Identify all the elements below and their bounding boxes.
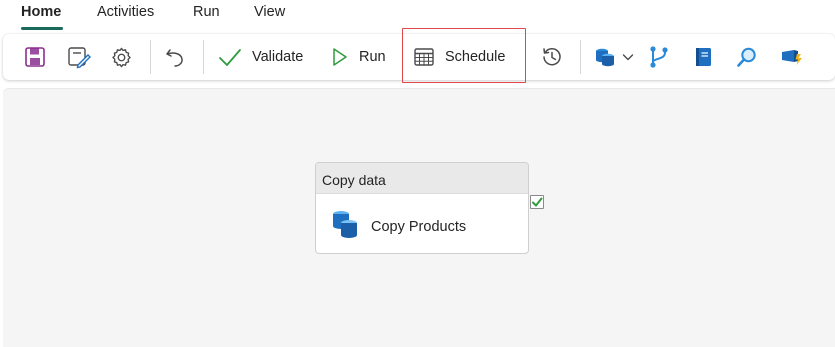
branch-button[interactable] — [648, 34, 670, 80]
validate-button[interactable]: Validate — [218, 34, 303, 80]
activity-type-header: Copy data — [316, 163, 528, 194]
play-icon — [331, 46, 349, 68]
chevron-down-icon — [622, 52, 634, 62]
schedule-button[interactable]: Schedule — [413, 34, 505, 80]
dataflow-icon — [780, 46, 804, 68]
history-button[interactable] — [541, 34, 563, 80]
dataflow-button[interactable] — [780, 34, 804, 80]
activity-name: Copy Products — [371, 218, 467, 235]
database-icon — [330, 208, 360, 245]
run-label: Run — [359, 49, 386, 65]
tab-view[interactable]: View — [254, 4, 285, 20]
undo-icon — [164, 46, 186, 68]
save-as-button[interactable] — [67, 34, 91, 80]
checkmark-icon — [218, 46, 242, 68]
notebook-button[interactable] — [693, 34, 713, 80]
copy-data-dropdown-button[interactable] — [594, 34, 634, 80]
settings-button[interactable] — [110, 34, 133, 80]
run-button[interactable]: Run — [331, 34, 386, 80]
save-icon — [24, 46, 46, 68]
branch-icon — [648, 45, 670, 69]
checkmark-icon — [531, 196, 543, 208]
database-icon — [594, 46, 616, 68]
settings-gear-icon — [110, 46, 133, 69]
schedule-label: Schedule — [445, 49, 506, 65]
notebook-icon — [693, 46, 713, 68]
save-as-icon — [67, 45, 91, 69]
lookup-button[interactable] — [736, 34, 758, 80]
tab-run[interactable]: Run — [193, 4, 220, 20]
active-tab-indicator — [21, 27, 63, 30]
ribbon-tabs: Home Activities Run View — [0, 0, 835, 30]
toolbar-separator — [203, 40, 204, 74]
toolbar-separator — [150, 40, 151, 74]
save-button[interactable] — [24, 34, 46, 80]
calendar-icon — [413, 46, 435, 68]
activity-node-copy-data[interactable]: Copy data Copy Products — [315, 162, 529, 254]
tab-home[interactable]: Home — [21, 4, 61, 20]
on-success-connector[interactable] — [530, 195, 544, 209]
activity-body: Copy Products — [330, 208, 466, 245]
history-icon — [541, 46, 563, 68]
validate-label: Validate — [252, 49, 304, 65]
undo-button[interactable] — [164, 34, 186, 80]
ribbon-toolbar: Validate Run Schedule — [3, 34, 835, 80]
tab-activities[interactable]: Activities — [97, 4, 154, 20]
toolbar-separator — [580, 40, 581, 74]
search-icon — [736, 46, 758, 68]
